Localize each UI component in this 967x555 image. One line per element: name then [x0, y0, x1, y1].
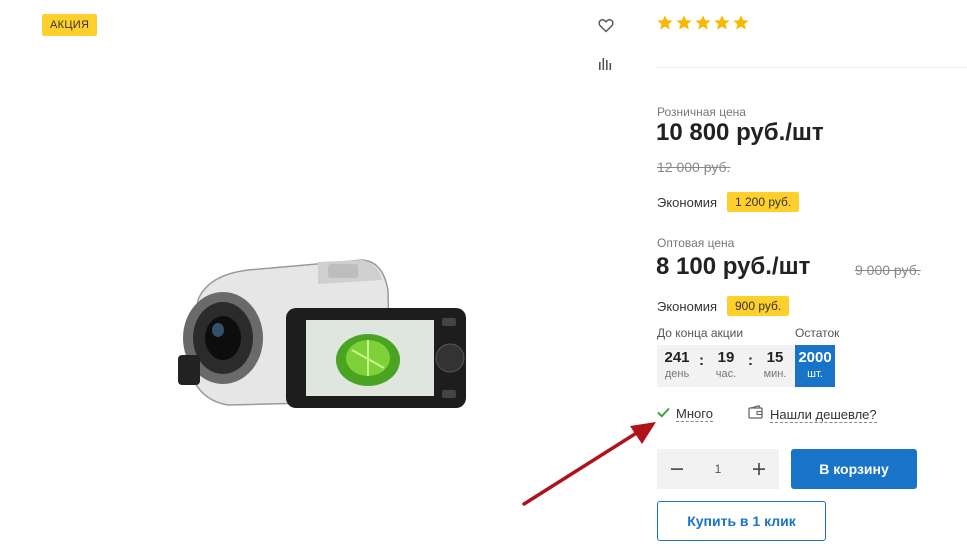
timer-separator: :: [748, 352, 753, 369]
star-icon: [733, 15, 749, 30]
timer-minutes-value: 15: [766, 349, 784, 366]
countdown-timer: 241 день : 19 час. : 15 мин.: [657, 345, 795, 387]
found-cheaper-text[interactable]: Нашли дешевле?: [770, 407, 877, 423]
stock-box: 2000 шт.: [795, 345, 835, 387]
minus-icon[interactable]: [667, 459, 687, 479]
stock-label: Остаток: [795, 326, 840, 340]
stock-value: 2000: [798, 349, 832, 366]
quantity-input[interactable]: [698, 462, 738, 476]
timer-label: До конца акции: [657, 326, 744, 340]
star-icon: [714, 15, 730, 30]
star-icon: [657, 15, 673, 30]
wholesale-price: 8 100 руб./шт: [656, 253, 811, 280]
found-cheaper-link[interactable]: Нашли дешевле?: [748, 405, 877, 424]
product-image-camcorder[interactable]: [168, 250, 480, 420]
wholesale-economy-label: Экономия: [657, 299, 718, 314]
plus-icon[interactable]: [749, 459, 769, 479]
sale-badge: АКЦИЯ: [42, 14, 98, 36]
wholesale-economy-badge: 900 руб.: [727, 296, 790, 316]
annotation-arrow: [522, 422, 656, 506]
retail-economy-label: Экономия: [657, 195, 718, 210]
product-page: АКЦИЯ Розничная цена 10 800 руб./шт 12 0…: [0, 0, 967, 555]
availability-text: Много: [676, 406, 713, 422]
timer-hours: 19 час.: [708, 349, 744, 381]
quantity-stepper: [657, 449, 779, 489]
timer-days-unit: день: [664, 368, 690, 380]
rating-stars: [656, 14, 750, 32]
add-to-cart-button[interactable]: В корзину: [791, 449, 917, 489]
timer-minutes-unit: мин.: [763, 368, 787, 380]
timer-days: 241 день: [659, 349, 695, 381]
availability-status: Много: [657, 405, 713, 423]
stock-unit: шт.: [807, 368, 823, 380]
timer-minutes: 15 мин.: [757, 349, 793, 381]
compare-chart-icon[interactable]: [596, 53, 616, 73]
retail-price: 10 800 руб./шт: [656, 119, 824, 146]
checkmark-icon: [657, 405, 670, 423]
timer-hours-value: 19: [717, 349, 735, 366]
heart-icon[interactable]: [596, 15, 616, 35]
divider: [656, 67, 967, 68]
timer-separator: :: [699, 352, 704, 369]
retail-old-price: 12 000 руб.: [657, 159, 731, 175]
retail-price-label: Розничная цена: [657, 105, 746, 119]
wholesale-old-price: 9 000 руб.: [855, 262, 921, 278]
retail-economy-badge: 1 200 руб.: [727, 192, 800, 212]
timer-hours-unit: час.: [715, 368, 737, 380]
star-icon: [695, 15, 711, 30]
wallet-icon: [748, 405, 763, 424]
buy-one-click-button[interactable]: Купить в 1 клик: [657, 501, 826, 541]
star-icon: [676, 15, 692, 30]
timer-days-value: 241: [664, 349, 690, 366]
wholesale-price-label: Оптовая цена: [657, 236, 735, 250]
